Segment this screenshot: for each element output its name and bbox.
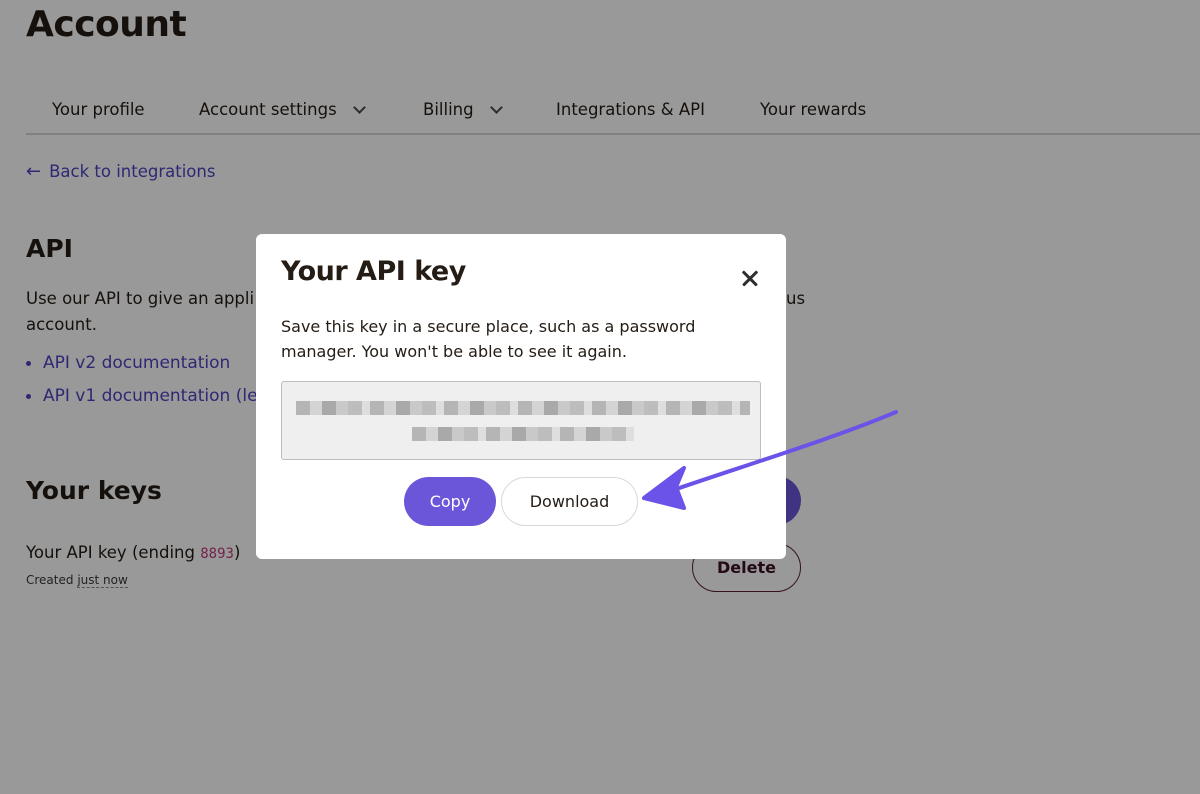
redacted-key-line	[412, 427, 634, 441]
api-key-display[interactable]	[281, 381, 761, 460]
copy-button[interactable]: Copy	[404, 477, 496, 526]
modal-description: Save this key in a secure place, such as…	[281, 317, 696, 361]
download-button[interactable]: Download	[501, 477, 638, 526]
api-key-modal: Your API key Save this key in a secure p…	[256, 234, 786, 559]
redacted-key-line	[296, 401, 750, 415]
modal-title: Your API key	[281, 256, 466, 287]
close-icon[interactable]	[738, 267, 762, 291]
